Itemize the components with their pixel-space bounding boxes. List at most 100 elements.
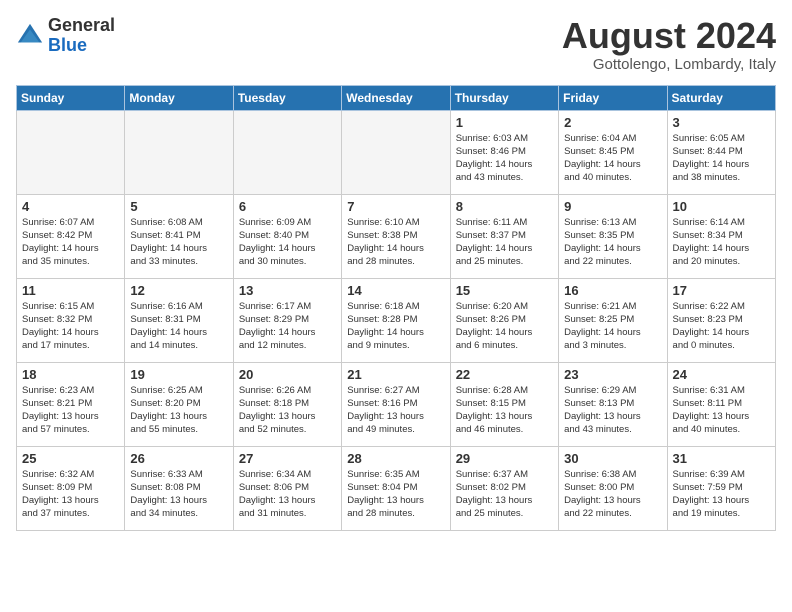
calendar-day-cell: 16 Sunrise: 6:21 AM Sunset: 8:25 PM Dayli… [559, 278, 667, 362]
logo-text-line1: General [48, 16, 115, 36]
day-info: Sunrise: 6:37 AM Sunset: 8:02 PM Dayligh… [456, 468, 553, 521]
logo: General Blue [16, 16, 115, 56]
calendar-week-row: 1 Sunrise: 6:03 AM Sunset: 8:46 PM Daylig… [17, 110, 776, 194]
day-number: 8 [456, 199, 553, 214]
day-info: Sunrise: 6:20 AM Sunset: 8:26 PM Dayligh… [456, 300, 553, 353]
calendar-day-cell: 3 Sunrise: 6:05 AM Sunset: 8:44 PM Daylig… [667, 110, 775, 194]
day-info: Sunrise: 6:29 AM Sunset: 8:13 PM Dayligh… [564, 384, 661, 437]
day-number: 25 [22, 451, 119, 466]
calendar-day-cell: 19 Sunrise: 6:25 AM Sunset: 8:20 PM Dayli… [125, 362, 233, 446]
day-info: Sunrise: 6:26 AM Sunset: 8:18 PM Dayligh… [239, 384, 336, 437]
day-info: Sunrise: 6:31 AM Sunset: 8:11 PM Dayligh… [673, 384, 770, 437]
day-info: Sunrise: 6:27 AM Sunset: 8:16 PM Dayligh… [347, 384, 444, 437]
day-number: 7 [347, 199, 444, 214]
day-info: Sunrise: 6:13 AM Sunset: 8:35 PM Dayligh… [564, 216, 661, 269]
day-number: 14 [347, 283, 444, 298]
day-number: 16 [564, 283, 661, 298]
calendar-day-cell: 14 Sunrise: 6:18 AM Sunset: 8:28 PM Dayli… [342, 278, 450, 362]
day-info: Sunrise: 6:04 AM Sunset: 8:45 PM Dayligh… [564, 132, 661, 185]
day-number: 3 [673, 115, 770, 130]
day-number: 4 [22, 199, 119, 214]
day-info: Sunrise: 6:23 AM Sunset: 8:21 PM Dayligh… [22, 384, 119, 437]
calendar-day-cell: 24 Sunrise: 6:31 AM Sunset: 8:11 PM Dayli… [667, 362, 775, 446]
day-info: Sunrise: 6:17 AM Sunset: 8:29 PM Dayligh… [239, 300, 336, 353]
calendar-day-cell: 1 Sunrise: 6:03 AM Sunset: 8:46 PM Daylig… [450, 110, 558, 194]
calendar-day-cell: 13 Sunrise: 6:17 AM Sunset: 8:29 PM Dayli… [233, 278, 341, 362]
calendar-header: SundayMondayTuesdayWednesdayThursdayFrid… [17, 85, 776, 110]
day-number: 20 [239, 367, 336, 382]
day-number: 15 [456, 283, 553, 298]
calendar-day-cell: 28 Sunrise: 6:35 AM Sunset: 8:04 PM Dayli… [342, 446, 450, 530]
calendar-day-cell: 29 Sunrise: 6:37 AM Sunset: 8:02 PM Dayli… [450, 446, 558, 530]
calendar-day-cell: 21 Sunrise: 6:27 AM Sunset: 8:16 PM Dayli… [342, 362, 450, 446]
day-number: 19 [130, 367, 227, 382]
page-header: General Blue August 2024 Gottolengo, Lom… [16, 16, 776, 73]
weekday-header: Monday [125, 85, 233, 110]
calendar-day-cell [342, 110, 450, 194]
day-number: 6 [239, 199, 336, 214]
day-info: Sunrise: 6:34 AM Sunset: 8:06 PM Dayligh… [239, 468, 336, 521]
calendar-week-row: 18Sunrise: 6:23 AM Sunset: 8:21 PM Dayli… [17, 362, 776, 446]
calendar-day-cell: 26Sunrise: 6:33 AM Sunset: 8:08 PM Dayli… [125, 446, 233, 530]
day-info: Sunrise: 6:08 AM Sunset: 8:41 PM Dayligh… [130, 216, 227, 269]
day-number: 29 [456, 451, 553, 466]
day-number: 1 [456, 115, 553, 130]
calendar-day-cell: 10Sunrise: 6:14 AM Sunset: 8:34 PM Dayli… [667, 194, 775, 278]
calendar-table: SundayMondayTuesdayWednesdayThursdayFrid… [16, 85, 776, 531]
calendar-day-cell: 25 Sunrise: 6:32 AM Sunset: 8:09 PM Dayli… [17, 446, 125, 530]
day-number: 22 [456, 367, 553, 382]
day-number: 5 [130, 199, 227, 214]
calendar-title: August 2024 [562, 16, 776, 56]
calendar-week-row: 11 Sunrise: 6:15 AM Sunset: 8:32 PM Dayli… [17, 278, 776, 362]
day-number: 12 [130, 283, 227, 298]
day-number: 2 [564, 115, 661, 130]
day-number: 24 [673, 367, 770, 382]
day-number: 23 [564, 367, 661, 382]
calendar-day-cell: 5 Sunrise: 6:08 AM Sunset: 8:41 PM Daylig… [125, 194, 233, 278]
calendar-day-cell: 4 Sunrise: 6:07 AM Sunset: 8:42 PM Daylig… [17, 194, 125, 278]
day-number: 17 [673, 283, 770, 298]
day-number: 9 [564, 199, 661, 214]
day-info: Sunrise: 6:35 AM Sunset: 8:04 PM Dayligh… [347, 468, 444, 521]
day-number: 21 [347, 367, 444, 382]
weekday-header: Thursday [450, 85, 558, 110]
day-info: Sunrise: 6:07 AM Sunset: 8:42 PM Dayligh… [22, 216, 119, 269]
title-block: August 2024 Gottolengo, Lombardy, Italy [562, 16, 776, 73]
day-info: Sunrise: 6:33 AM Sunset: 8:08 PM Dayligh… [130, 468, 227, 521]
day-info: Sunrise: 6:21 AM Sunset: 8:25 PM Dayligh… [564, 300, 661, 353]
calendar-day-cell: 8 Sunrise: 6:11 AM Sunset: 8:37 PM Daylig… [450, 194, 558, 278]
day-info: Sunrise: 6:09 AM Sunset: 8:40 PM Dayligh… [239, 216, 336, 269]
day-info: Sunrise: 6:15 AM Sunset: 8:32 PM Dayligh… [22, 300, 119, 353]
day-number: 11 [22, 283, 119, 298]
day-info: Sunrise: 6:05 AM Sunset: 8:44 PM Dayligh… [673, 132, 770, 185]
day-info: Sunrise: 6:16 AM Sunset: 8:31 PM Dayligh… [130, 300, 227, 353]
day-info: Sunrise: 6:38 AM Sunset: 8:00 PM Dayligh… [564, 468, 661, 521]
calendar-day-cell: 9 Sunrise: 6:13 AM Sunset: 8:35 PM Daylig… [559, 194, 667, 278]
day-info: Sunrise: 6:14 AM Sunset: 8:34 PM Dayligh… [673, 216, 770, 269]
weekday-header: Sunday [17, 85, 125, 110]
calendar-day-cell: 17 Sunrise: 6:22 AM Sunset: 8:23 PM Dayli… [667, 278, 775, 362]
calendar-day-cell [233, 110, 341, 194]
logo-text-line2: Blue [48, 36, 115, 56]
day-number: 28 [347, 451, 444, 466]
day-info: Sunrise: 6:11 AM Sunset: 8:37 PM Dayligh… [456, 216, 553, 269]
calendar-day-cell: 12 Sunrise: 6:16 AM Sunset: 8:31 PM Dayli… [125, 278, 233, 362]
weekday-header: Saturday [667, 85, 775, 110]
day-info: Sunrise: 6:22 AM Sunset: 8:23 PM Dayligh… [673, 300, 770, 353]
day-info: Sunrise: 6:25 AM Sunset: 8:20 PM Dayligh… [130, 384, 227, 437]
day-info: Sunrise: 6:03 AM Sunset: 8:46 PM Dayligh… [456, 132, 553, 185]
weekday-header: Tuesday [233, 85, 341, 110]
day-info: Sunrise: 6:18 AM Sunset: 8:28 PM Dayligh… [347, 300, 444, 353]
day-number: 13 [239, 283, 336, 298]
calendar-day-cell: 27Sunrise: 6:34 AM Sunset: 8:06 PM Dayli… [233, 446, 341, 530]
day-number: 31 [673, 451, 770, 466]
day-info: Sunrise: 6:32 AM Sunset: 8:09 PM Dayligh… [22, 468, 119, 521]
weekday-header: Wednesday [342, 85, 450, 110]
calendar-body: 1 Sunrise: 6:03 AM Sunset: 8:46 PM Daylig… [17, 110, 776, 530]
calendar-week-row: 4 Sunrise: 6:07 AM Sunset: 8:42 PM Daylig… [17, 194, 776, 278]
calendar-week-row: 25 Sunrise: 6:32 AM Sunset: 8:09 PM Dayli… [17, 446, 776, 530]
calendar-day-cell: 11 Sunrise: 6:15 AM Sunset: 8:32 PM Dayli… [17, 278, 125, 362]
logo-icon [16, 22, 44, 50]
day-info: Sunrise: 6:10 AM Sunset: 8:38 PM Dayligh… [347, 216, 444, 269]
calendar-day-cell: 23 Sunrise: 6:29 AM Sunset: 8:13 PM Dayli… [559, 362, 667, 446]
